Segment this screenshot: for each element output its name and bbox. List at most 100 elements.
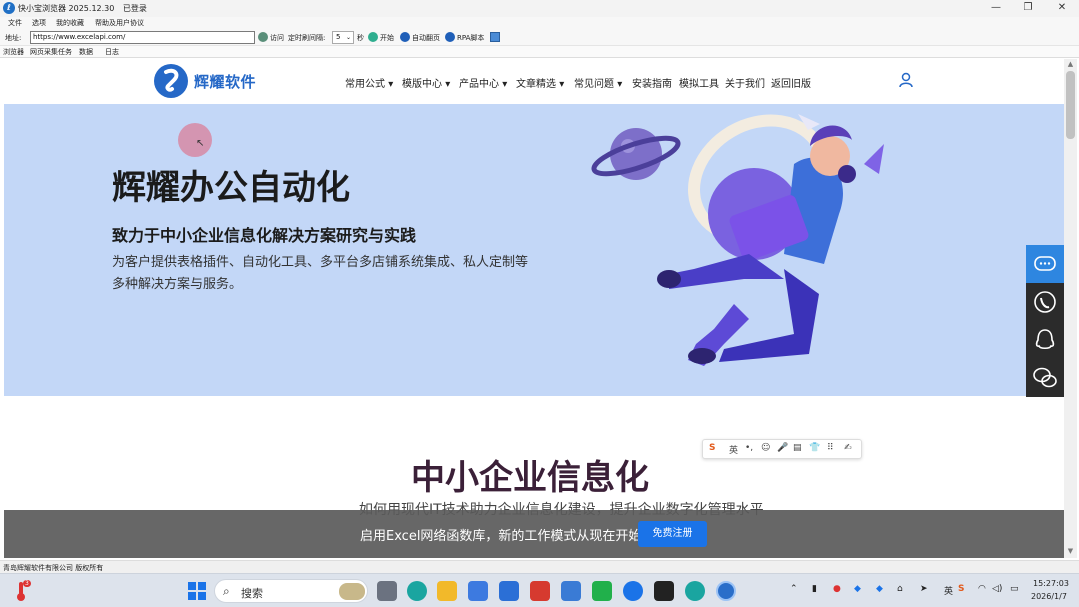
ime-sogou-icon[interactable]: S: [709, 443, 715, 453]
address-input[interactable]: https://www.excelapi.com/: [30, 31, 255, 44]
ime-punct-toggle[interactable]: •,: [745, 443, 753, 453]
phone-icon[interactable]: [1026, 283, 1064, 321]
ime-handwrite-icon[interactable]: ✍: [844, 443, 852, 453]
ime-tools-icon[interactable]: ⠿: [827, 443, 834, 453]
task-view-icon[interactable]: [377, 581, 397, 601]
ime-voice-icon[interactable]: 🎤: [777, 443, 788, 453]
caret-down-icon: ▾: [502, 79, 508, 90]
window-title-text: 快小宝浏览器 2025.12.30: [18, 4, 115, 13]
scroll-up-icon[interactable]: ▲: [1066, 60, 1075, 68]
vertical-scrollbar[interactable]: ▲ ▼: [1064, 59, 1077, 558]
image-icon[interactable]: [490, 32, 500, 42]
webview[interactable]: 辉耀软件 常用公式 ▾ 模版中心 ▾ 产品中心 ▾ 文章精选 ▾ 常见问题 ▾ …: [4, 59, 1064, 558]
menu-help[interactable]: 帮助及用户协议: [95, 18, 144, 28]
tray-sogou-icon[interactable]: S: [958, 584, 964, 594]
volume-icon[interactable]: ◁): [992, 584, 1002, 594]
battery-icon[interactable]: ▭: [1010, 584, 1019, 594]
scroll-down-icon[interactable]: ▼: [1066, 547, 1075, 555]
wifi-icon[interactable]: ◠: [978, 584, 986, 594]
search-icon: ⌕: [223, 584, 230, 598]
ime-keyboard-icon[interactable]: ▤: [793, 443, 802, 453]
ime-emoji-icon[interactable]: ☺: [761, 443, 770, 453]
menu-options[interactable]: 选项: [32, 18, 46, 28]
capcut-icon[interactable]: [654, 581, 674, 601]
rpa-icon[interactable]: [445, 32, 455, 42]
site-logo-icon[interactable]: [154, 64, 188, 98]
rpa-button[interactable]: RPA脚本: [457, 33, 484, 43]
maximize-button[interactable]: ❐: [1012, 0, 1044, 17]
temperature-widget[interactable]: 3: [14, 580, 31, 602]
tray-icon-4[interactable]: ◆: [876, 584, 883, 594]
tray-lang[interactable]: 英: [944, 584, 953, 597]
interval-label: 定时刷间隔:: [288, 34, 326, 42]
nav-templates[interactable]: 模版中心 ▾: [402, 75, 450, 90]
tray-icon-2[interactable]: ●: [833, 584, 841, 594]
ime-skin-icon[interactable]: 👕: [809, 443, 820, 453]
tray-icon-3[interactable]: ◆: [854, 584, 861, 594]
nav-products[interactable]: 产品中心 ▾: [459, 75, 507, 90]
caret-down-icon: ▾: [388, 79, 394, 90]
minimize-button[interactable]: —: [980, 0, 1012, 17]
taskbar-search[interactable]: ⌕ 搜索: [214, 579, 368, 603]
tab-data[interactable]: 数据: [79, 47, 93, 57]
edge-icon[interactable]: [407, 581, 427, 601]
tab-log[interactable]: 日志: [105, 47, 119, 57]
menu-file[interactable]: 文件: [8, 18, 22, 28]
site-header: 辉耀软件 常用公式 ▾ 模版中心 ▾ 产品中心 ▾ 文章精选 ▾ 常见问题 ▾ …: [4, 59, 1064, 104]
wps-icon[interactable]: [530, 581, 550, 601]
interval-select[interactable]: 5 ⌄: [332, 31, 354, 44]
user-icon[interactable]: [899, 72, 913, 88]
nav-install-guide[interactable]: 安装指南: [632, 75, 672, 90]
caret-down-icon: ▾: [617, 79, 623, 90]
clock-time[interactable]: 15:27:03: [1033, 579, 1069, 588]
clock-date[interactable]: 2026/1/7: [1031, 592, 1067, 601]
app-icon-1[interactable]: [499, 581, 519, 601]
nav-about[interactable]: 关于我们: [725, 75, 765, 90]
file-explorer-icon[interactable]: [437, 581, 457, 601]
tab-collect-task[interactable]: 网页采集任务: [30, 47, 72, 57]
tray-icon-1[interactable]: ▮: [812, 584, 817, 594]
search-placeholder: 搜索: [241, 587, 263, 600]
tray-chevron-icon[interactable]: ⌃: [790, 584, 798, 594]
wechat-taskbar-icon[interactable]: [592, 581, 612, 601]
site-logo-text[interactable]: 辉耀软件: [194, 71, 256, 92]
auto-page-button[interactable]: 自动翻页: [412, 33, 440, 43]
ime-lang-toggle[interactable]: 英: [729, 443, 738, 456]
hero-illustration: [591, 114, 884, 366]
interval-value: 5: [336, 33, 341, 41]
interval-unit: 秒: [357, 34, 364, 42]
nav-products-label: 产品中心: [459, 79, 499, 90]
visit-button[interactable]: 访问: [270, 33, 284, 43]
hero-subtitle: 致力于中小企业信息化解决方案研究与实践: [112, 226, 417, 245]
ime-toolbar[interactable]: S 英 •, ☺ 🎤 ▤ 👕 ⠿ ✍: [702, 439, 862, 459]
qq-icon[interactable]: [1026, 321, 1064, 359]
edge-dev-icon[interactable]: [685, 581, 705, 601]
close-button[interactable]: ✕: [1046, 0, 1078, 17]
app-icon-3[interactable]: [623, 581, 643, 601]
tray-send-icon[interactable]: ➤: [920, 584, 928, 594]
kuaixiaobao-icon[interactable]: [716, 581, 736, 601]
start-icon[interactable]: [368, 32, 378, 42]
nav-faq[interactable]: 常见问题 ▾: [574, 75, 622, 90]
nav-templates-label: 模版中心: [402, 79, 442, 90]
app-icon-2[interactable]: [561, 581, 581, 601]
register-button[interactable]: 免费注册: [638, 521, 707, 547]
auto-page-icon[interactable]: [400, 32, 410, 42]
tab-browser[interactable]: 浏览器: [3, 47, 24, 57]
start-button-icon[interactable]: [187, 581, 207, 601]
start-button[interactable]: 开始: [380, 33, 394, 43]
nav-old-version[interactable]: 返回旧版: [771, 75, 811, 90]
nav-formulas[interactable]: 常用公式 ▾: [345, 75, 393, 90]
chat-icon[interactable]: [1026, 245, 1064, 283]
hero-title: 辉耀办公自动化: [112, 168, 350, 208]
search-highlight-image: [339, 583, 365, 600]
nav-sim-tools[interactable]: 模拟工具: [679, 75, 719, 90]
nav-articles[interactable]: 文章精选 ▾: [516, 75, 564, 90]
menu-favorites[interactable]: 我的收藏: [56, 18, 84, 28]
scrollbar-thumb[interactable]: [1066, 71, 1075, 139]
tray-icon-5[interactable]: ⌂: [897, 584, 903, 594]
visit-icon[interactable]: [258, 32, 268, 42]
wechat-icon[interactable]: [1026, 359, 1064, 397]
floating-contact-bar: [1026, 245, 1064, 397]
notepad-icon[interactable]: [468, 581, 488, 601]
